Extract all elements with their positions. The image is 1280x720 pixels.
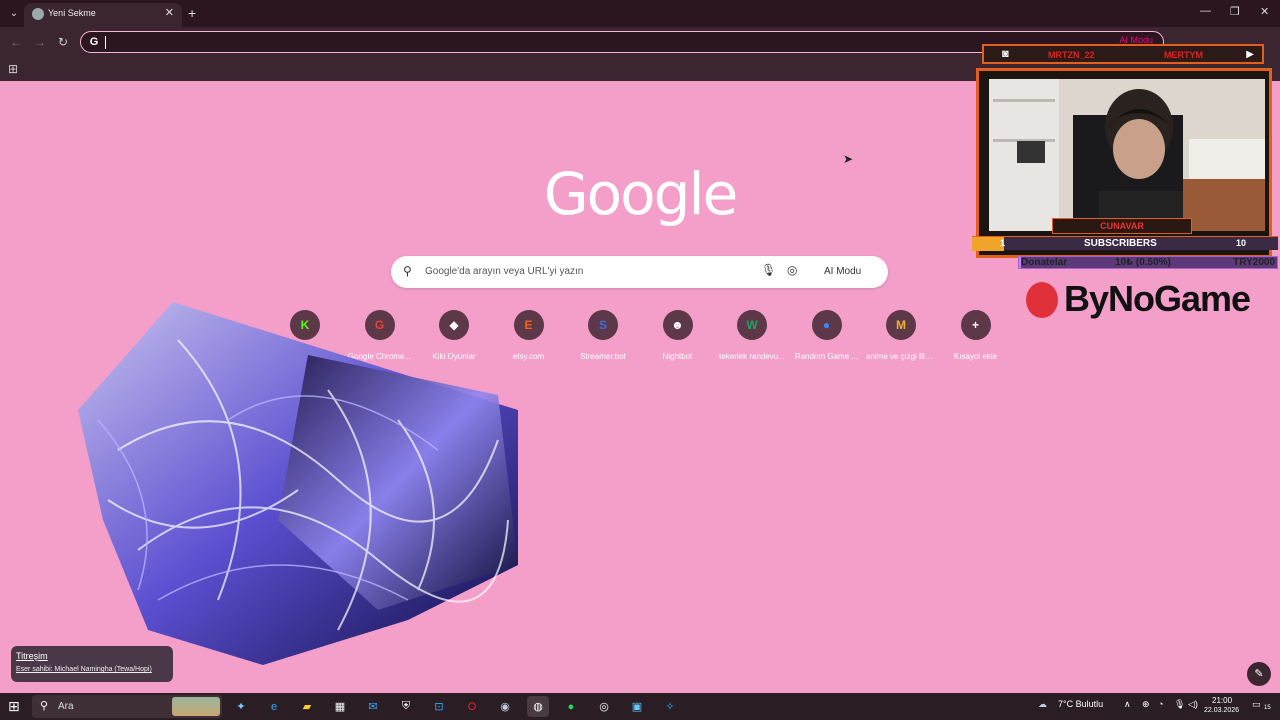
taskbar-search-label: Ara (58, 701, 74, 712)
subscriber-goal: 10 (1235, 238, 1246, 248)
donation-goal-bar: Donatelar 10₺ (0.50%) TRY2000 (1018, 256, 1278, 269)
taskbar-chrome-icon[interactable]: ◍ (527, 696, 549, 717)
notification-icon[interactable]: ▭ (1252, 699, 1261, 710)
shortcut-icon: E (513, 310, 544, 340)
google-logo: Google (543, 160, 739, 228)
shortcut-icon: + (960, 310, 991, 340)
overlay-handle-left: MRTZN_22 (1048, 50, 1095, 60)
taskbar-steam-icon[interactable]: ◉ (494, 696, 516, 717)
search-highlight-image (172, 697, 220, 716)
shortcut-label: tekerlek randevu... (719, 352, 785, 361)
shortcut-label: anime ve çizgi film... (866, 352, 936, 361)
reload-icon[interactable]: ↻ (58, 35, 68, 49)
windows-taskbar: ⊞ ⚲ Ara ✦ e ▰ ▦ ✉ ⛨ ⊡ O ◉ ◍ ● ◎ ▣ ✧ ☁ 7°… (0, 693, 1280, 720)
sponsor-logo-icon (1026, 282, 1058, 318)
shortcut-tile[interactable]: + Kısayol ekle (941, 310, 1011, 361)
taskbar-edge-icon[interactable]: e (263, 696, 285, 717)
instagram-icon: ◙ (1002, 48, 1009, 60)
shortcut-label: Nightbot (662, 352, 693, 361)
tray-chevron-icon[interactable]: ∧ (1124, 699, 1131, 710)
youtube-icon: ▶ (1246, 49, 1254, 60)
weather-text[interactable]: 7°C Bulutlu (1058, 699, 1103, 709)
tab-search-button[interactable]: ⌄ (6, 6, 22, 22)
clock-date[interactable]: 22.03.2026 (1204, 707, 1239, 714)
tab-close-icon[interactable]: ✕ (165, 6, 174, 19)
taskbar-explorer-icon[interactable]: ▰ (296, 696, 318, 717)
microphone-icon[interactable]: 🎙 (761, 263, 776, 277)
subscriber-current: 1 (1000, 238, 1006, 248)
new-tab-button[interactable]: + (188, 5, 196, 21)
taskbar-obs-icon[interactable]: ◎ (593, 696, 615, 717)
stream-overlay: ◙ MRTZN_22 MERTYM ▶ CUNAVAR 1 SUBSCRIBER… (972, 40, 1278, 272)
tray-app-icon[interactable]: ⊕ (1142, 699, 1150, 710)
donation-label: Donatelar (1021, 257, 1068, 268)
taskbar-streamerbot-icon[interactable]: ✧ (659, 696, 681, 717)
ai-mode-label: AI Modu (824, 266, 862, 277)
search-placeholder: Google'da arayın veya URL'yi yazın (425, 266, 584, 277)
google-g-icon: G (89, 36, 99, 48)
taskbar-outlook-icon[interactable]: ✉ (362, 696, 384, 717)
window-close-icon[interactable]: ✕ (1260, 5, 1269, 18)
taskbar-opera-icon[interactable]: O (461, 696, 483, 717)
donation-goal: TRY2000 (1233, 257, 1275, 268)
overlay-social-bar: ◙ MRTZN_22 MERTYM ▶ (982, 44, 1264, 64)
shortcut-label: Kısayol ekle (953, 352, 998, 361)
taskbar-search[interactable]: ⚲ Ara (32, 695, 222, 718)
shortcut-icon: W (737, 310, 767, 340)
taskbar-phone-link-icon[interactable]: ⊡ (428, 696, 450, 717)
shortcut-tile[interactable]: ● Random Game ... (792, 310, 862, 361)
taskbar-remote-icon[interactable]: ▣ (626, 696, 648, 717)
sponsor-name: ByNoGame (1064, 278, 1251, 319)
shortcut-tile[interactable]: Manime ve çizgi film... (866, 310, 936, 361)
mouse-cursor-icon: ➤ (843, 152, 854, 166)
attribution-title[interactable]: Titreşim (16, 651, 168, 661)
minimize-icon[interactable]: — (1200, 5, 1211, 17)
customize-pencil-icon[interactable]: ✎ (1247, 662, 1271, 686)
forward-icon[interactable]: → (34, 35, 46, 49)
overlay-streamer-name: CUNAVAR (1052, 218, 1192, 234)
tab-strip: ⌄ Yeni Sekme ✕ + — ❐ ✕ (0, 0, 1280, 27)
tray-mic-icon[interactable]: 🎙 (1174, 699, 1185, 710)
text-caret (105, 36, 106, 49)
shortcut-icon: ● (811, 310, 842, 340)
attribution-author[interactable]: Eser sahibi: Michael Namingha (Tewa/Hopi… (16, 666, 168, 673)
apps-grid-icon[interactable]: ⊞ (8, 62, 18, 76)
shortcut-tile[interactable]: S Streamer.bot (568, 310, 638, 361)
taskbar-copilot-icon[interactable]: ✦ (230, 696, 252, 717)
search-icon: ⚲ (403, 264, 412, 278)
notification-count: 15 (1264, 705, 1271, 711)
tray-volume-icon[interactable]: ◁) (1188, 699, 1198, 710)
windows-start-icon[interactable]: ⊞ (8, 698, 20, 715)
tab-title: Yeni Sekme (48, 8, 96, 18)
shortcut-label: Random Game ... (794, 352, 859, 361)
clock-time[interactable]: 21:00 (1212, 696, 1232, 705)
background-artwork (78, 302, 518, 665)
subscriber-label: SUBSCRIBERS (1084, 238, 1157, 249)
sponsor-logo: ByNoGame (1026, 278, 1256, 322)
donation-progress: 10₺ (0.50%) (1115, 257, 1171, 268)
ntp-search-box[interactable]: ⚲ Google'da arayın veya URL'yi yazın 🎙 ◎… (391, 256, 888, 288)
taskbar-store-icon[interactable]: ▦ (329, 696, 351, 717)
shortcut-tile[interactable]: Wtekerlek randevu... (717, 310, 787, 361)
webcam-feed (989, 79, 1265, 231)
background-attribution[interactable]: Titreşim Eser sahibi: Michael Namingha (… (11, 646, 173, 682)
lens-icon[interactable]: ◎ (787, 263, 797, 277)
taskbar-spotify-icon[interactable]: ● (560, 696, 582, 717)
shortcut-icon: S (588, 310, 618, 340)
overlay-handle-right: MERTYM (1164, 50, 1203, 60)
subscriber-goal-bar: 1 SUBSCRIBERS 10 (972, 236, 1278, 251)
ai-mode-button[interactable]: AI Modu (814, 261, 871, 283)
shortcut-icon: M (886, 310, 916, 340)
tab-new-tab[interactable]: Yeni Sekme ✕ (24, 3, 182, 27)
shortcut-label: Streamer.bot (580, 352, 626, 361)
tray-network-icon[interactable]: ◔ (1158, 699, 1163, 709)
shortcut-tile[interactable]: ☻ Nightbot (643, 310, 713, 361)
taskbar-search-icon: ⚲ (40, 700, 49, 712)
weather-cloud-icon[interactable]: ☁ (1038, 699, 1047, 710)
shortcut-icon: ☻ (662, 310, 693, 340)
taskbar-security-icon[interactable]: ⛨ (395, 696, 417, 717)
restore-icon[interactable]: ❐ (1230, 5, 1240, 18)
tab-favicon-icon (32, 8, 44, 20)
back-icon[interactable]: ← (10, 35, 22, 49)
